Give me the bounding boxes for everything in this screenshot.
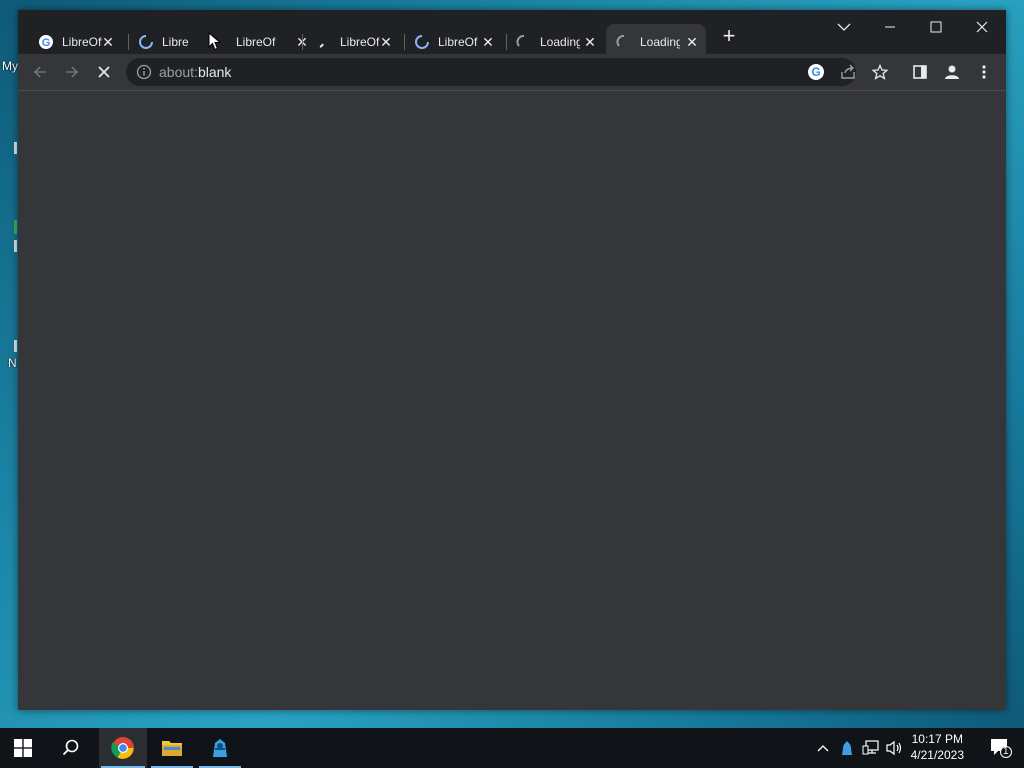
new-tab-button[interactable]: + xyxy=(718,25,740,48)
taskbar-file-explorer[interactable] xyxy=(149,728,195,768)
address-url: about:blank xyxy=(159,64,231,80)
page-content[interactable] xyxy=(18,90,1006,710)
app-icon xyxy=(842,741,852,755)
info-icon[interactable] xyxy=(136,64,152,80)
side-panel-icon xyxy=(913,65,927,79)
tab-separator xyxy=(506,34,507,50)
taskbar: 10:17 PM 4/21/2023 1 xyxy=(0,728,1024,768)
kebab-menu-icon xyxy=(982,65,986,79)
address-bar[interactable]: about:blank xyxy=(126,58,856,86)
desktop-icon-fragment[interactable] xyxy=(14,340,17,352)
arrow-right-icon xyxy=(66,66,79,78)
clock-date: 4/21/2023 xyxy=(910,748,964,762)
desktop-icon-label-n[interactable]: N xyxy=(8,356,17,370)
tab-title: Loading xyxy=(540,35,580,49)
loading-spinner-icon xyxy=(316,34,332,50)
maximize-icon xyxy=(930,21,942,33)
tab-title: LibreOff xyxy=(62,35,102,49)
chrome-window: G LibreOff ✕ Libre LibreOf ✕ LibreOf ✕ xyxy=(18,10,1006,710)
tab-close-icon[interactable]: ✕ xyxy=(480,34,496,50)
volume-button[interactable] xyxy=(884,728,906,768)
svg-text:G: G xyxy=(811,65,820,79)
minimize-button[interactable] xyxy=(868,14,912,40)
desktop-icon-label-my[interactable]: My xyxy=(2,59,18,73)
tab-title: LibreOf xyxy=(438,35,478,49)
mouse-cursor-icon xyxy=(208,32,222,51)
desktop-icon-fragment[interactable] xyxy=(14,220,17,234)
google-lens-button[interactable]: G xyxy=(805,61,827,83)
folder-icon xyxy=(162,741,182,756)
chrome-icon xyxy=(111,737,134,759)
desktop-icon-fragment[interactable] xyxy=(14,142,17,154)
minimize-icon xyxy=(885,26,895,28)
loading-spinner-icon xyxy=(616,34,632,50)
google-icon: G xyxy=(38,34,54,50)
bookmark-button[interactable] xyxy=(869,61,891,83)
network-button[interactable] xyxy=(860,728,882,768)
taskbar-app[interactable] xyxy=(197,728,243,768)
arrow-left-icon xyxy=(33,66,46,78)
network-icon xyxy=(862,740,879,755)
close-icon xyxy=(976,21,988,33)
close-icon xyxy=(98,66,110,78)
clock-time: 10:17 PM xyxy=(911,732,963,746)
back-button[interactable] xyxy=(26,58,54,86)
profile-button[interactable] xyxy=(941,61,963,83)
tab-separator xyxy=(302,34,303,50)
share-icon xyxy=(841,64,855,79)
menu-button[interactable] xyxy=(973,61,995,83)
share-button[interactable] xyxy=(837,61,859,83)
loading-spinner-icon xyxy=(516,34,532,50)
chevron-down-icon xyxy=(837,23,851,31)
tab-separator xyxy=(128,34,129,50)
taskbar-clock[interactable]: 10:17 PM 4/21/2023 xyxy=(911,731,964,763)
windows-icon xyxy=(14,739,32,757)
app-icon xyxy=(213,739,227,757)
tab-close-icon[interactable]: ✕ xyxy=(378,34,394,50)
chevron-up-icon xyxy=(817,745,829,752)
tab-close-icon[interactable]: ✕ xyxy=(582,34,598,50)
forward-button[interactable] xyxy=(58,58,86,86)
url-scheme: about: xyxy=(159,64,198,80)
tray-app-icon[interactable] xyxy=(836,728,858,768)
desktop-icon-fragment[interactable] xyxy=(14,240,17,252)
notification-center-button[interactable]: 1 xyxy=(990,738,1012,763)
stop-loading-button[interactable] xyxy=(90,58,118,86)
tab-close-icon[interactable]: ✕ xyxy=(100,34,116,50)
tab-close-icon[interactable]: ✕ xyxy=(684,34,700,50)
side-panel-button[interactable] xyxy=(909,61,931,83)
svg-text:G: G xyxy=(42,37,51,49)
speaker-icon xyxy=(886,740,902,756)
search-icon xyxy=(62,739,79,756)
notification-count: 1 xyxy=(1003,746,1009,757)
close-window-button[interactable] xyxy=(960,14,1004,40)
search-button[interactable] xyxy=(48,728,94,768)
start-button[interactable] xyxy=(0,728,46,768)
browser-toolbar: about:blank G xyxy=(18,54,1006,90)
tab-strip: G LibreOff ✕ Libre LibreOf ✕ LibreOf ✕ xyxy=(18,10,1006,60)
tab-title: LibreOf xyxy=(236,35,276,49)
maximize-button[interactable] xyxy=(914,14,958,40)
loading-spinner-icon xyxy=(138,34,154,50)
tab-separator xyxy=(404,34,405,50)
star-icon xyxy=(872,64,888,80)
tab-title: Libre xyxy=(162,35,189,49)
tab-search-button[interactable] xyxy=(822,14,866,40)
taskbar-chrome[interactable] xyxy=(99,728,147,768)
tab-title: LibreOf xyxy=(340,35,380,49)
show-hidden-icons-button[interactable] xyxy=(812,728,834,768)
google-icon: G xyxy=(808,64,824,80)
person-icon xyxy=(945,65,959,79)
url-path: blank xyxy=(197,64,232,80)
loading-spinner-icon xyxy=(414,34,430,50)
tab-title: Loading xyxy=(640,35,680,49)
